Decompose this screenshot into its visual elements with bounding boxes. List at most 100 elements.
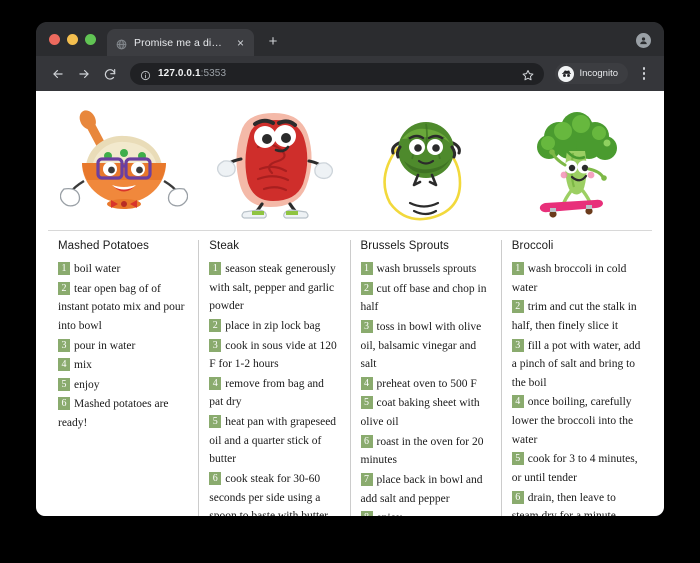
step-number-badge: 3 [58,338,70,352]
recipe-step: 2 trim and cut the stalk in half, then fi… [511,298,643,335]
star-icon[interactable] [522,68,534,80]
steak-mascot [199,99,350,221]
profile-avatar-icon[interactable] [636,33,651,48]
step-number-badge: 6 [360,434,373,448]
step-text: cook for 3 to 4 minutes, or until tender [511,453,638,484]
step-number-badge: 1 [360,262,373,275]
step-number-badge: 4 [58,358,70,372]
recipe-step: 1 wash broccoli in cold water [511,260,643,297]
step-text: season steak generously with salt, peppe… [209,263,336,313]
step-text: boil water [74,263,121,275]
reload-icon[interactable] [99,63,121,85]
step-number-badge: 4 [360,376,373,390]
recipe-step: 2 tear open bag of of instant potato mix … [58,280,189,336]
recipe-step: 5 cook for 3 to 4 minutes, or until tende… [511,450,643,487]
recipe-step: 1 season steak generously with salt, pepp… [209,260,340,316]
recipe-column-brussels-sprouts: Brussels Sprouts 1 wash brussels sprouts … [349,240,501,516]
step-number-badge: 7 [360,472,373,486]
recipe-step: 4 preheat oven to 500 F [360,375,492,394]
step-number-badge: 1 [58,262,70,275]
browser-window: Promise me a dinner × + 127.0.0.1:5353 I… [36,22,664,516]
recipe-step: 4 once boiling, carefully lower the brocc… [511,393,643,449]
address-bar[interactable]: 127.0.0.1:5353 [130,62,545,85]
tab-title: Promise me a dinner [134,36,227,49]
back-arrow-icon[interactable] [47,63,69,85]
step-text: place back in bowl and add salt and pepp… [360,473,483,505]
step-number-badge: 2 [360,281,373,295]
step-number-badge: 2 [58,281,70,295]
step-text: drain, then leave to steam dry for a min… [512,491,616,517]
step-number-badge: 5 [209,415,222,428]
recipe-step: 6drain, then leave to steam dry for a mi… [511,489,643,517]
step-number-badge: 4 [209,376,222,390]
browser-tab-active[interactable]: Promise me a dinner × [107,29,254,56]
recipe-step: 5 coat baking sheet with olive oil [360,394,492,431]
page-viewport: Mashed Potatoes 1 boil water 2 tear open b… [36,91,664,516]
step-text: enjoy [377,512,403,516]
mashed-potato-bowl-mascot [48,99,199,221]
broccoli-mascot [501,99,652,221]
step-number-badge: 4 [511,395,524,409]
step-text: toss in bowl with olive oil, balsamic vi… [360,320,482,371]
minimize-window-button[interactable] [67,34,78,45]
step-text: wash brussels sprouts [376,263,477,275]
recipe-step: 4 mix [58,356,189,375]
step-number-badge: 5 [360,396,373,410]
info-circle-icon[interactable] [140,68,151,81]
recipe-step: 7 place back in bowl and add salt and pep… [360,471,492,508]
new-tab-button[interactable]: + [265,34,281,49]
close-tab-icon[interactable]: × [234,37,247,49]
recipe-step: 2 cut off base and chop in half [360,280,492,317]
tab-strip: Promise me a dinner × + [36,22,664,56]
step-text: tear open bag of of instant potato mix a… [58,282,185,332]
three-dot-menu-icon[interactable] [635,63,653,85]
recipe-step: 6 roast in the oven for 20 minutes [360,433,492,470]
step-text: cook steak for 30-60 seconds per side us… [209,472,328,516]
recipe-step: 5 enjoy [58,376,189,395]
recipe-step-list: 1 wash brussels sprouts 2 cut off base and… [360,260,492,516]
recipe-step: 3 fill a pot with water, add a pinch of s… [511,337,643,393]
brussels-sprout-mascot [350,99,501,221]
incognito-label: Incognito [579,68,618,79]
recipe-title: Broccoli [511,240,554,252]
globe-icon [116,37,127,50]
recipe-step: 3 cook in sous vide at 120 F for 1-2 hour… [209,337,340,374]
recipe-step: 6 Mashed potatoes are ready! [58,395,189,432]
url-host: 127.0.0.1 [158,68,201,79]
close-window-button[interactable] [49,34,60,45]
recipe-step-list: 1 season steak generously with salt, pepp… [209,260,340,516]
recipe-page: Mashed Potatoes 1 boil water 2 tear open b… [36,91,664,516]
step-text: preheat oven to 500 F [376,377,477,390]
address-bar-url: 127.0.0.1:5353 [158,68,226,79]
step-text: place in zip lock bag [225,319,321,332]
step-text: once boiling, carefully lower the brocco… [511,396,634,446]
step-text: remove from bag and pat dry [209,377,324,409]
step-text: Mashed potatoes are ready! [58,398,169,429]
step-number-badge: 6 [209,471,222,485]
forward-arrow-icon[interactable] [73,63,95,85]
recipe-step: 3 toss in bowl with olive oil, balsamic v… [360,318,492,374]
recipe-column-broccoli: Broccoli 1 wash broccoli in cold water 2t… [500,240,652,517]
maximize-window-button[interactable] [85,34,96,45]
recipe-title: Mashed Potatoes [58,240,150,252]
step-number-badge: 3 [511,338,524,352]
step-number-badge: 2 [209,318,222,332]
recipe-step: 6 cook steak for 30-60 seconds per side u… [209,470,340,516]
recipe-step: 1 boil water [58,260,189,279]
window-controls [36,34,107,56]
recipe-step-list: 1 wash broccoli in cold water 2 trim and c… [511,260,643,517]
step-number-badge: 3 [209,338,222,352]
recipe-column-steak: Steak 1 season steak generously with salt… [198,240,349,516]
incognito-badge[interactable]: Incognito [555,63,628,84]
step-text: roast in the oven for 20 minutes [360,435,484,467]
mascot-row [48,99,652,221]
step-text: fill a pot with water, add a pinch of sa… [511,339,641,389]
recipe-title: Steak [209,240,240,252]
recipe-step: 8 enjoy [360,509,492,516]
recipe-step: 4 remove from bag and pat dry [209,375,340,412]
step-number-badge: 5 [58,377,70,391]
step-text: mix [74,359,92,372]
recipe-step-list: 1 boil water 2 tear open bag of of instant… [58,260,189,433]
recipe-columns: Mashed Potatoes 1 boil water 2 tear open b… [48,240,652,516]
incognito-spy-icon [558,65,575,82]
